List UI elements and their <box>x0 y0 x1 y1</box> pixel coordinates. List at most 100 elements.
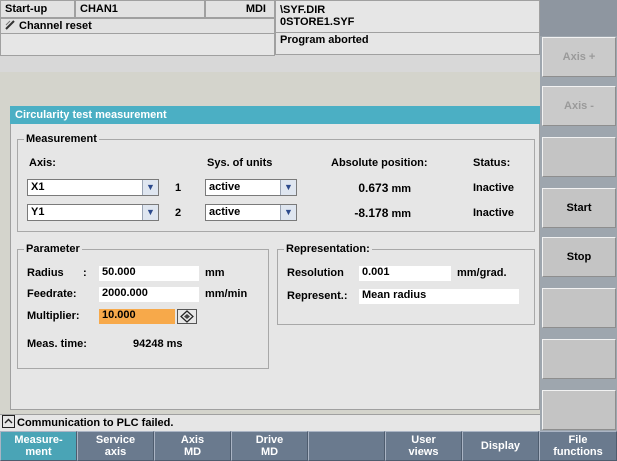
service-axis-softkey[interactable]: Service axis <box>77 431 154 461</box>
channel-status-text: Channel reset <box>19 20 92 32</box>
empty-softkey[interactable] <box>308 431 385 461</box>
file-functions-softkey[interactable]: File functions <box>539 431 617 461</box>
chevron-down-icon[interactable]: ▼ <box>280 205 296 220</box>
axis-md-softkey-line1: Axis <box>180 434 205 446</box>
file-functions-softkey-line1: File <box>568 434 588 446</box>
axis-column-header: Axis: <box>29 157 56 169</box>
vertical-softkey-7[interactable] <box>542 339 616 379</box>
status-value-1: Inactive <box>473 182 514 194</box>
channel-name: CHAN1 <box>80 3 118 15</box>
display-softkey-line1: Display <box>480 440 521 452</box>
mode-label: MDI <box>245 3 266 15</box>
axis-index-1: 1 <box>175 182 182 194</box>
measurement-softkey-line1: Measure- <box>14 434 63 446</box>
file-functions-softkey-line2: functions <box>553 446 603 458</box>
program-path: \SYF.DIR <box>280 4 326 16</box>
toggle-diamond-icon[interactable] <box>177 309 197 324</box>
vertical-softkey-8[interactable] <box>542 390 616 430</box>
area-label: Start-up <box>5 3 48 15</box>
service-axis-softkey-line2: axis <box>104 446 127 458</box>
position-value-1: 0.673 mm <box>331 181 411 196</box>
multiplier-label: Multiplier: <box>27 310 80 322</box>
meas-time-value: 94248 ms <box>133 338 183 350</box>
status-column-header: Status: <box>473 157 511 169</box>
alarm-message: Communication to PLC failed. <box>17 417 174 429</box>
resolution-label: Resolution <box>287 267 344 279</box>
parameter-legend: Parameter <box>26 243 80 255</box>
program-cell: \SYF.DIR 0STORE1.SYF <box>275 0 540 33</box>
axis-minus-softkey[interactable]: Axis - <box>542 86 616 126</box>
position-number-2: -8.178 <box>354 206 389 220</box>
feedrate-input[interactable]: 2000.000 <box>99 287 199 302</box>
axis-md-softkey[interactable]: Axis MD <box>154 431 231 461</box>
chevron-down-icon[interactable]: ▼ <box>142 180 158 195</box>
chevron-down-icon[interactable]: ▼ <box>280 180 296 195</box>
vertical-softkey-bar: Axis + Axis - Start Stop <box>540 0 617 431</box>
axis-select-2[interactable]: Y1 ▼ <box>27 204 159 221</box>
program-status-text: Program aborted <box>280 34 369 46</box>
position-column-header: Absolute position: <box>331 157 428 169</box>
vertical-softkey-top <box>540 0 617 36</box>
header-empty-cell <box>0 34 275 56</box>
meas-time-label: Meas. time: <box>27 338 87 350</box>
position-number-1: 0.673 <box>358 181 389 195</box>
display-softkey[interactable]: Display <box>462 431 539 461</box>
program-name: 0STORE1.SYF <box>280 16 355 28</box>
user-views-softkey[interactable]: User views <box>385 431 462 461</box>
units-column-header: Sys. of units <box>207 157 273 169</box>
drive-md-softkey-line2: MD <box>260 446 279 458</box>
header-bar: Start-up CHAN1 MDI \SYF.DIR 0STORE1.SYF … <box>0 0 540 72</box>
radius-colon: : <box>83 267 87 279</box>
radius-unit: mm <box>205 267 225 279</box>
representation-group: Representation: <box>277 243 535 325</box>
axis-select-2-value: Y1 <box>31 206 45 218</box>
axis-select-1[interactable]: X1 ▼ <box>27 179 159 196</box>
axis-select-1-value: X1 <box>31 181 45 193</box>
vertical-softkey-3[interactable] <box>542 137 616 177</box>
status-value-2: Inactive <box>473 207 514 219</box>
units-select-1-value: active <box>209 181 241 193</box>
position-unit-1: mm <box>391 183 411 195</box>
radius-input[interactable]: 50.000 <box>99 266 199 281</box>
user-views-softkey-line2: views <box>408 446 439 458</box>
represent-input[interactable]: Mean radius <box>359 289 519 304</box>
position-unit-2: mm <box>391 208 411 220</box>
axis-plus-softkey[interactable]: Axis + <box>542 37 616 77</box>
channel-cell: CHAN1 <box>75 0 205 18</box>
mode-cell: MDI <box>205 0 275 18</box>
units-select-2[interactable]: active ▼ <box>205 204 297 221</box>
main-panel: Measurement Axis: Sys. of units Absolute… <box>10 124 540 410</box>
vertical-softkey-6[interactable] <box>542 288 616 328</box>
pencil-strike-icon <box>5 20 15 30</box>
units-select-2-value: active <box>209 206 241 218</box>
alarm-line: Communication to PLC failed. <box>0 414 540 431</box>
drive-md-softkey[interactable]: Drive MD <box>231 431 308 461</box>
feedrate-label: Feedrate: <box>27 288 77 300</box>
resolution-unit: mm/grad. <box>457 267 507 279</box>
resolution-input[interactable]: 0.001 <box>359 266 451 281</box>
represent-label: Represent.: <box>287 290 348 302</box>
window-title-bar: Circularity test measurement <box>10 106 540 124</box>
program-status-cell: Program aborted <box>275 33 540 55</box>
axis-index-2: 2 <box>175 207 182 219</box>
area-cell: Start-up <box>0 0 75 18</box>
alarm-caret-icon[interactable] <box>2 415 15 428</box>
feedrate-unit: mm/min <box>205 288 248 300</box>
service-axis-softkey-line1: Service <box>95 434 136 446</box>
chevron-down-icon[interactable]: ▼ <box>142 205 158 220</box>
measurement-softkey[interactable]: Measure-ment <box>0 431 77 461</box>
start-softkey[interactable]: Start <box>542 188 616 228</box>
position-value-2: -8.178 mm <box>331 206 411 221</box>
user-views-softkey-line1: User <box>411 434 436 446</box>
axis-md-softkey-line2: MD <box>183 446 202 458</box>
radius-label: Radius <box>27 267 64 279</box>
measurement-softkey-line2: ment <box>25 446 52 458</box>
measurement-legend: Measurement <box>26 133 97 145</box>
units-select-1[interactable]: active ▼ <box>205 179 297 196</box>
stop-softkey[interactable]: Stop <box>542 237 616 277</box>
representation-legend: Representation: <box>286 243 370 255</box>
window-title: Circularity test measurement <box>15 109 167 121</box>
channel-status-cell: Channel reset <box>0 18 275 34</box>
multiplier-input[interactable]: 10.000 <box>99 309 175 324</box>
drive-md-softkey-line1: Drive <box>255 434 284 446</box>
